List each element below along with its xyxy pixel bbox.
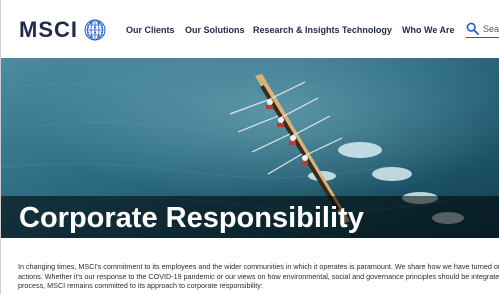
page-title: Corporate Responsibility [19,202,364,234]
intro-line-1: In changing times, MSCI's commitment to … [18,262,499,271]
globe-icon [84,19,106,41]
nav-research-insights[interactable]: Research & Insights [253,24,340,36]
intro-paragraph: In changing times, MSCI's commitment to … [18,262,499,291]
nav-our-clients[interactable]: Our Clients [126,24,175,36]
site-header: MSCI Our Clients Our Solutions Research … [0,0,499,58]
search-underline [466,37,499,38]
nav-technology[interactable]: Technology [342,24,392,36]
left-edge [0,0,1,294]
search-box[interactable]: Sear [466,22,499,35]
nav-our-solutions[interactable]: Our Solutions [185,24,245,36]
page: MSCI Our Clients Our Solutions Research … [0,0,499,294]
msci-logo[interactable]: MSCI [19,19,106,41]
intro-line-2: actions. Whether it's our response to th… [18,271,499,281]
intro-line-3: process, MSCI remains committed to its a… [18,281,263,291]
nav-who-we-are[interactable]: Who We Are [402,24,455,36]
search-input[interactable]: Sear [483,23,499,35]
search-icon[interactable] [466,22,479,35]
logo-text: MSCI [19,17,78,42]
